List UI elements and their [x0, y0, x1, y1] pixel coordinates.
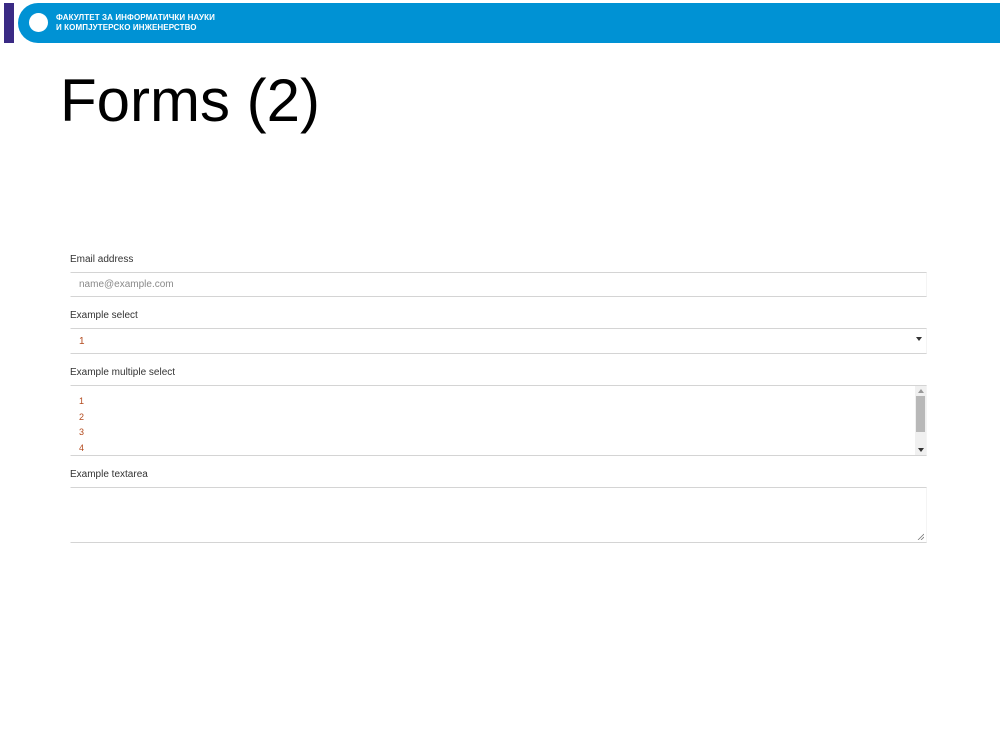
- select-label: Example select: [70, 310, 138, 321]
- select-value: 1: [79, 336, 85, 347]
- resize-grip-icon[interactable]: [917, 533, 924, 540]
- multi-select-option[interactable]: 3: [79, 425, 84, 441]
- scrollbar-thumb[interactable]: [916, 396, 925, 432]
- example-textarea[interactable]: [70, 487, 927, 543]
- multi-select-label: Example multiple select: [70, 367, 176, 378]
- faculty-logo: [29, 13, 48, 32]
- email-placeholder: name@example.com: [79, 279, 174, 290]
- scroll-up-icon[interactable]: [918, 389, 924, 393]
- chevron-down-icon[interactable]: [916, 337, 922, 341]
- header-accent-bar: [4, 3, 14, 43]
- page-title: Forms (2): [60, 67, 320, 134]
- email-label: Email address: [70, 254, 134, 265]
- faculty-name-line2: И КОМПЈУТЕРСКО ИНЖЕНЕРСТВО: [56, 23, 197, 32]
- multi-select-option[interactable]: 2: [79, 410, 84, 426]
- multi-select-options: 1 2 3 4: [79, 394, 84, 456]
- multi-select-option[interactable]: 4: [79, 441, 84, 457]
- faculty-name: ФАКУЛТЕТ ЗА ИНФОРМАТИЧКИ НАУКИ И КОМПЈУТ…: [56, 13, 215, 33]
- header-banner: ФАКУЛТЕТ ЗА ИНФОРМАТИЧКИ НАУКИ И КОМПЈУТ…: [18, 3, 1000, 43]
- textarea-label: Example textarea: [70, 469, 148, 480]
- multi-select-option[interactable]: 1: [79, 394, 84, 410]
- example-select[interactable]: 1: [70, 328, 927, 354]
- faculty-name-line1: ФАКУЛТЕТ ЗА ИНФОРМАТИЧКИ НАУКИ: [56, 13, 215, 22]
- example-multiple-select[interactable]: 1 2 3 4: [70, 385, 927, 456]
- scroll-down-icon[interactable]: [918, 448, 924, 452]
- email-field[interactable]: name@example.com: [70, 272, 927, 297]
- scrollbar[interactable]: [915, 386, 926, 455]
